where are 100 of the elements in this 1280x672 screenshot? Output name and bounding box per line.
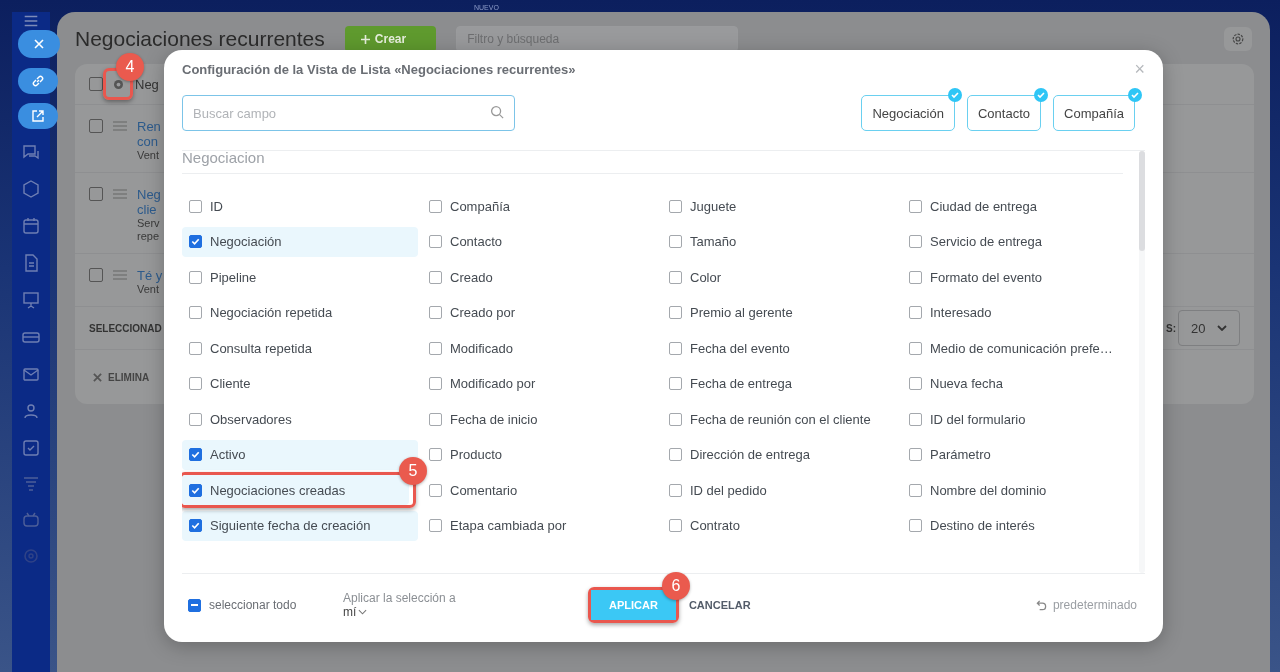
field-option[interactable]: Fecha de entrega: [662, 368, 798, 399]
field-option[interactable]: Creado por: [422, 297, 522, 328]
field-option[interactable]: Nueva fecha: [902, 368, 1009, 399]
checkbox[interactable]: [89, 119, 103, 133]
entity-toggle[interactable]: Contacto: [966, 95, 1041, 131]
checkbox[interactable]: [189, 483, 202, 497]
field-option[interactable]: Interesado: [902, 297, 998, 328]
field-option[interactable]: Contrato: [662, 510, 746, 541]
checkbox[interactable]: [429, 519, 442, 532]
field-option[interactable]: Parámetro: [902, 439, 997, 470]
checkbox[interactable]: [429, 306, 442, 319]
field-option[interactable]: Negociación: [182, 226, 418, 257]
entity-toggle[interactable]: Compañía: [1053, 95, 1135, 131]
checkbox[interactable]: [669, 377, 682, 390]
checkbox[interactable]: [909, 270, 922, 284]
field-option[interactable]: Observadores: [182, 404, 298, 434]
field-option[interactable]: Cliente: [182, 368, 257, 399]
scrollbar[interactable]: [1139, 151, 1145, 573]
field-option[interactable]: ID: [182, 191, 229, 221]
drag-handle-icon[interactable]: [113, 121, 127, 131]
field-option[interactable]: Fecha de inicio: [422, 404, 544, 434]
entity-toggle[interactable]: Negociación: [861, 95, 955, 131]
checkbox[interactable]: [909, 483, 922, 497]
checkbox[interactable]: [669, 199, 682, 213]
checkbox[interactable]: [909, 199, 922, 213]
apply-to-dropdown[interactable]: mí: [343, 605, 368, 619]
calendar-icon[interactable]: [21, 216, 41, 236]
field-option[interactable]: Premio al gerente: [662, 297, 799, 328]
checkbox[interactable]: [89, 268, 103, 282]
field-option[interactable]: Modificado por: [422, 368, 542, 399]
checkbox-icon[interactable]: [21, 438, 41, 458]
checkbox[interactable]: [909, 377, 922, 390]
open-external-button[interactable]: [18, 103, 58, 129]
checkbox[interactable]: [669, 412, 682, 426]
robot-icon[interactable]: [21, 510, 41, 530]
checkbox[interactable]: [188, 598, 201, 612]
checkbox[interactable]: [429, 199, 442, 213]
search-field[interactable]: Buscar campo: [182, 95, 515, 131]
field-option[interactable]: Consulta repetida: [182, 333, 318, 363]
checkbox[interactable]: [909, 235, 922, 248]
field-option[interactable]: Formato del evento: [902, 262, 1048, 292]
field-option[interactable]: ID del pedido: [662, 475, 773, 505]
drag-handle-icon[interactable]: [113, 270, 127, 280]
checkbox[interactable]: [909, 412, 922, 426]
close-button[interactable]: [18, 30, 60, 58]
checkbox[interactable]: [429, 270, 442, 284]
checkbox[interactable]: [669, 270, 682, 284]
funnel-icon[interactable]: [21, 474, 41, 494]
checkbox[interactable]: [189, 412, 202, 426]
checkbox[interactable]: [669, 306, 682, 319]
field-option[interactable]: Negociaciones creadas: [182, 475, 409, 505]
select-all-option[interactable]: seleccionar todo: [182, 598, 343, 612]
field-option[interactable]: Contacto: [422, 226, 509, 257]
field-option[interactable]: Dirección de entrega: [662, 439, 816, 470]
field-option[interactable]: Pipeline: [182, 262, 263, 292]
checkbox[interactable]: [909, 519, 922, 532]
checkbox[interactable]: [189, 448, 202, 461]
field-option[interactable]: Tamaño: [662, 226, 743, 257]
field-option[interactable]: ID del formulario: [902, 404, 1032, 434]
checkbox[interactable]: [669, 519, 682, 532]
checkbox[interactable]: [909, 306, 922, 319]
checkbox[interactable]: [669, 448, 682, 461]
field-option[interactable]: Compañía: [422, 191, 516, 221]
checkbox[interactable]: [429, 377, 442, 390]
checkbox[interactable]: [89, 77, 103, 91]
checkbox[interactable]: [189, 235, 202, 248]
checkbox[interactable]: [669, 483, 682, 497]
checkbox[interactable]: [429, 412, 442, 426]
field-option[interactable]: Etapa cambiada por: [422, 510, 573, 541]
field-option[interactable]: Negociación repetida: [182, 297, 339, 328]
link-button[interactable]: [18, 68, 58, 94]
field-option[interactable]: Fecha de reunión con el cliente: [662, 404, 877, 434]
field-option[interactable]: Creado: [422, 262, 499, 292]
field-option[interactable]: Modificado: [422, 333, 519, 363]
people-icon[interactable]: [21, 401, 41, 421]
field-option[interactable]: Siguiente fecha de creación: [182, 510, 418, 541]
hexagon-icon[interactable]: [21, 179, 41, 199]
checkbox[interactable]: [909, 448, 922, 461]
checkbox[interactable]: [429, 341, 442, 355]
checkbox[interactable]: [189, 341, 202, 355]
checkbox[interactable]: [189, 519, 202, 532]
settings-button[interactable]: [1224, 27, 1252, 51]
checkbox[interactable]: [669, 341, 682, 355]
checkbox[interactable]: [429, 483, 442, 497]
checkbox[interactable]: [189, 306, 202, 319]
presentation-icon[interactable]: [21, 290, 41, 310]
checkbox[interactable]: [669, 235, 682, 248]
field-option[interactable]: Juguete: [662, 191, 743, 221]
field-option[interactable]: Color: [662, 262, 728, 292]
field-option[interactable]: Nombre del dominio: [902, 475, 1053, 505]
checkbox[interactable]: [189, 377, 202, 390]
checkbox[interactable]: [429, 235, 442, 248]
checkbox[interactable]: [189, 270, 202, 284]
page-size-select[interactable]: 20: [1178, 310, 1240, 346]
cancel-button[interactable]: CANCELAR: [688, 599, 751, 611]
settings-icon[interactable]: [21, 546, 41, 566]
checkbox[interactable]: [429, 448, 442, 461]
chat-icon[interactable]: [21, 142, 41, 162]
field-option[interactable]: Medio de comunicación prefe…: [902, 333, 1119, 363]
field-option[interactable]: Ciudad de entrega: [902, 191, 1043, 221]
